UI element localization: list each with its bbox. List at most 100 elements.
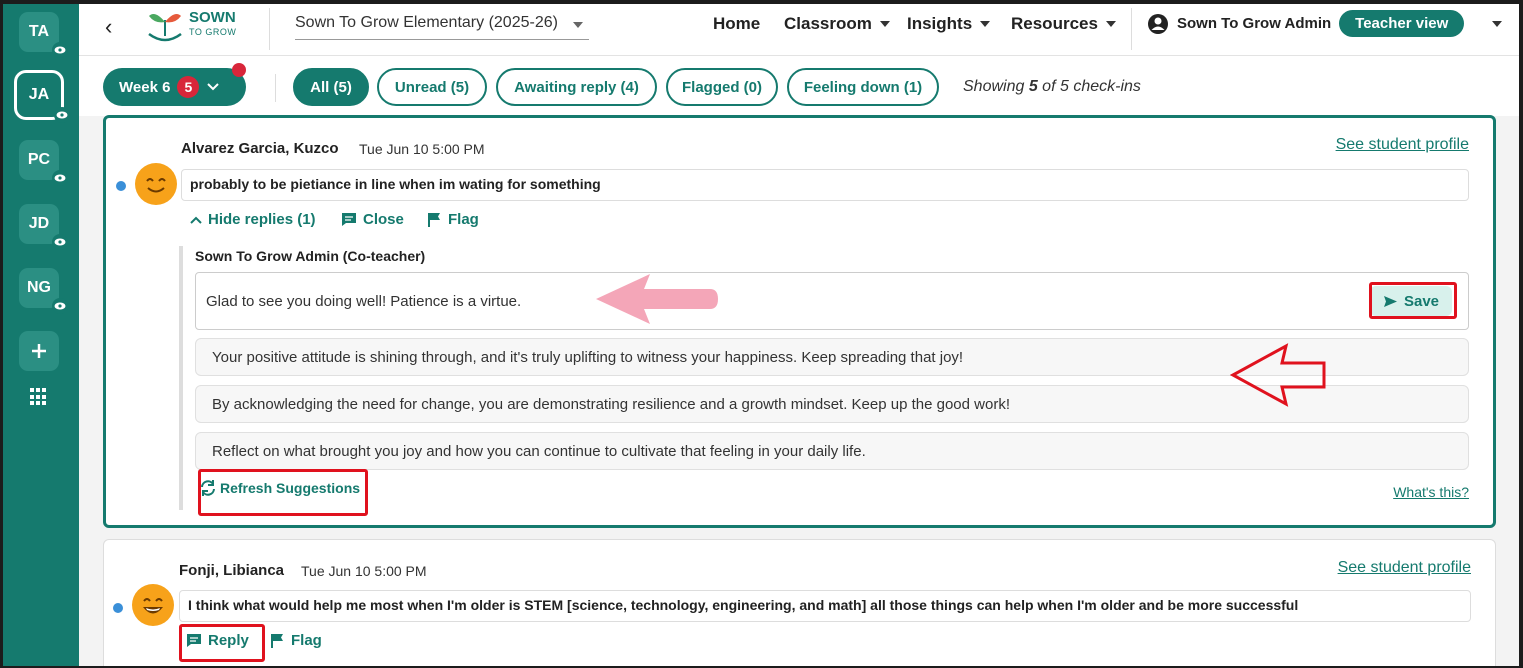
class-rail: TA JA PC JD NG xyxy=(3,4,79,666)
student-message: probably to be pietiance in line when im… xyxy=(181,169,1469,201)
class-avatar-pc[interactable]: PC xyxy=(19,140,68,186)
filter-all[interactable]: All (5) xyxy=(293,68,369,106)
student-name: Alvarez Garcia, Kuzco xyxy=(181,140,339,157)
student-name: Fonji, Libianca xyxy=(179,562,285,579)
annotation-highlight-reply xyxy=(179,624,265,662)
see-student-profile-link[interactable]: See student profile xyxy=(1338,559,1471,577)
logo-line-2: TO GROW xyxy=(189,27,237,37)
unread-indicator xyxy=(116,181,126,191)
back-chevron-icon[interactable]: ‹ xyxy=(105,14,112,40)
comment-icon xyxy=(342,213,356,226)
notification-dot xyxy=(232,63,246,77)
chevron-down-icon xyxy=(207,83,220,91)
showing-prefix: Showing xyxy=(963,78,1029,95)
app-frame: TA JA PC JD NG ‹ SOWN TO GROW Sown To Gr… xyxy=(3,4,1519,666)
showing-count-text: Showing 5 of 5 check-ins xyxy=(963,78,1141,96)
student-message: I think what would help me most when I'm… xyxy=(179,590,1471,622)
class-initials: JA xyxy=(28,86,50,103)
nav-home[interactable]: Home xyxy=(713,14,760,34)
logo-line-1: SOWN xyxy=(189,9,236,26)
flag-label: Flag xyxy=(448,211,479,228)
class-initials: NG xyxy=(27,279,51,296)
eye-icon xyxy=(54,107,70,123)
add-class-button[interactable] xyxy=(19,331,59,371)
nav-classroom-label: Classroom xyxy=(784,14,872,33)
sown-to-grow-logo[interactable]: SOWN TO GROW xyxy=(145,6,255,48)
class-initials: TA xyxy=(28,23,50,40)
nav-resources-label: Resources xyxy=(1011,14,1098,33)
grinning-emoji-icon xyxy=(132,584,174,626)
annotation-highlight-save xyxy=(1369,282,1457,319)
user-menu[interactable]: Sown To Grow Admin Teacher view xyxy=(1147,10,1503,37)
checkin-card: Alvarez Garcia, Kuzco Tue Jun 10 5:00 PM… xyxy=(103,115,1496,528)
suggestion-item[interactable]: Reflect on what brought you joy and how … xyxy=(195,432,1469,470)
eye-icon xyxy=(52,170,68,186)
reply-thread-line xyxy=(179,246,183,510)
plus-icon xyxy=(32,344,46,358)
class-avatar-ta[interactable]: TA xyxy=(19,12,68,58)
hide-replies-label: Hide replies (1) xyxy=(208,211,316,228)
caret-down-icon[interactable] xyxy=(1492,20,1503,27)
eye-icon xyxy=(52,298,68,314)
eye-icon xyxy=(52,42,68,58)
unread-indicator xyxy=(113,603,123,613)
close-button[interactable]: Close xyxy=(341,211,404,228)
class-avatar-ng[interactable]: NG xyxy=(19,268,68,314)
user-account-icon xyxy=(1148,13,1168,34)
filter-bar: Week 6 5 All (5) Unread (5) Awaiting rep… xyxy=(79,56,1519,116)
checkin-date: Tue Jun 10 5:00 PM xyxy=(359,141,485,157)
user-name: Sown To Grow Admin xyxy=(1177,15,1332,32)
reply-author: Sown To Grow Admin (Co-teacher) xyxy=(195,248,426,264)
apps-grid-icon[interactable] xyxy=(30,388,48,406)
filter-feeling-down[interactable]: Feeling down (1) xyxy=(787,68,939,106)
annotation-highlight-refresh xyxy=(198,469,368,516)
week-label: Week 6 xyxy=(119,78,171,96)
whats-this-link[interactable]: What's this? xyxy=(1393,484,1469,500)
eye-icon xyxy=(52,234,68,250)
week-selector[interactable]: Week 6 5 xyxy=(103,63,246,106)
checkin-card: Fonji, Libianca Tue Jun 10 5:00 PM See s… xyxy=(103,539,1496,666)
filter-divider xyxy=(275,74,276,102)
flag-button[interactable]: Flag xyxy=(271,632,322,649)
caret-down-icon xyxy=(879,21,890,27)
checkin-date: Tue Jun 10 5:00 PM xyxy=(301,563,427,579)
filter-unread[interactable]: Unread (5) xyxy=(377,68,487,106)
nav-divider xyxy=(269,8,270,50)
annotation-arrow-left-icon xyxy=(596,274,718,324)
filter-awaiting-reply[interactable]: Awaiting reply (4) xyxy=(496,68,657,106)
week-count-badge: 5 xyxy=(177,76,200,98)
flag-button[interactable]: Flag xyxy=(428,211,479,228)
chevron-up-icon xyxy=(190,216,202,224)
nav-classroom[interactable]: Classroom xyxy=(784,14,890,34)
hide-replies-button[interactable]: Hide replies (1) xyxy=(190,211,316,228)
showing-count: 5 xyxy=(1028,78,1038,95)
sprout-logo-icon xyxy=(148,14,182,42)
nav-divider xyxy=(1131,8,1132,50)
happy-emoji-icon xyxy=(135,163,177,205)
filter-flagged[interactable]: Flagged (0) xyxy=(666,68,778,106)
see-student-profile-link[interactable]: See student profile xyxy=(1336,136,1469,154)
flag-icon xyxy=(428,213,440,227)
flag-icon xyxy=(271,634,283,648)
class-avatar-jd[interactable]: JD xyxy=(19,204,68,250)
teacher-view-button[interactable]: Teacher view xyxy=(1339,10,1465,37)
reply-text: Glad to see you doing well! Patience is … xyxy=(206,293,522,310)
caret-down-icon xyxy=(573,22,583,28)
nav-insights[interactable]: Insights xyxy=(907,14,991,34)
reply-text-field[interactable]: Glad to see you doing well! Patience is … xyxy=(195,272,1469,330)
logo-text: SOWN TO GROW xyxy=(189,9,237,39)
class-initials: JD xyxy=(28,215,50,232)
caret-down-icon xyxy=(980,21,991,27)
flag-label: Flag xyxy=(291,632,322,649)
nav-resources[interactable]: Resources xyxy=(1011,14,1116,34)
nav-insights-label: Insights xyxy=(907,14,973,33)
caret-down-icon xyxy=(1105,21,1116,27)
close-label: Close xyxy=(363,211,404,228)
class-initials: PC xyxy=(27,151,51,168)
nav-home-label: Home xyxy=(713,14,761,33)
showing-suffix: of 5 check-ins xyxy=(1037,78,1141,95)
annotation-outline-arrow-icon xyxy=(1230,343,1326,407)
school-name: Sown To Grow Elementary (2025-26) xyxy=(295,14,558,31)
class-avatar-ja[interactable]: JA xyxy=(14,70,70,123)
school-select[interactable]: Sown To Grow Elementary (2025-26) xyxy=(295,12,589,40)
